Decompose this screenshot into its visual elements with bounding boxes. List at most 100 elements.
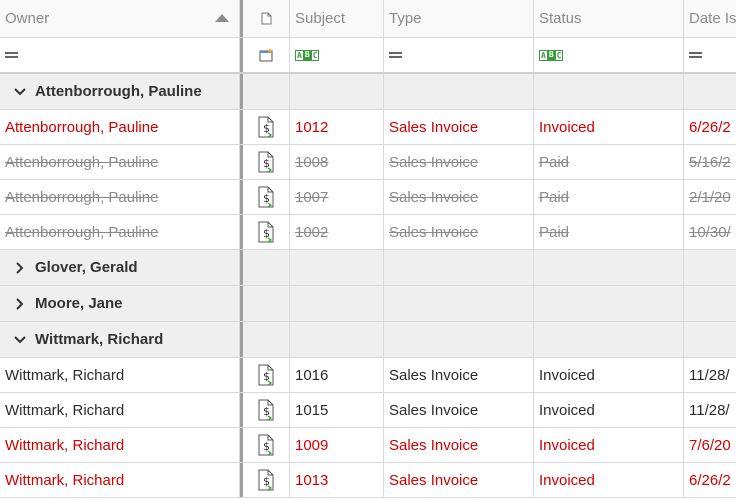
date-cell[interactable]: 7/6/20 [684, 428, 736, 462]
table-row[interactable]: Attenborrough, Pauline $1012 Sales Invoice… [0, 110, 736, 145]
owner-filter[interactable] [0, 38, 240, 72]
subject-cell[interactable]: 1007 [290, 180, 384, 214]
owner-cell[interactable]: Attenborrough, Pauline [0, 215, 240, 249]
status-value: Paid [539, 153, 570, 171]
table-row[interactable]: Attenborrough, Pauline $1008 Sales Invoice… [0, 145, 736, 180]
sort-ascending-icon[interactable] [215, 14, 229, 22]
document-dollar-icon[interactable]: $ [258, 399, 274, 421]
status-cell[interactable]: Paid [534, 180, 684, 214]
status-cell[interactable]: Invoiced [534, 110, 684, 144]
document-dollar-icon[interactable]: $ [258, 434, 274, 456]
subject-cell[interactable]: 1013 [290, 463, 384, 497]
icon-cell[interactable]: $ [243, 180, 290, 214]
table-row[interactable]: Attenborrough, Pauline $1007 Sales Invoice… [0, 180, 736, 215]
owner-column-header[interactable]: Owner [0, 0, 240, 37]
subject-cell[interactable]: 1012 [290, 110, 384, 144]
owner-cell[interactable]: Wittmark, Richard [0, 463, 240, 497]
status-cell[interactable]: Invoiced [534, 358, 684, 392]
icon-cell[interactable]: $ [243, 428, 290, 462]
icon-cell[interactable]: $ [243, 463, 290, 497]
type-cell[interactable]: Sales Invoice [384, 110, 534, 144]
owner-value: Wittmark, Richard [5, 401, 125, 419]
equals-filter-icon[interactable] [689, 52, 702, 58]
status-cell[interactable]: Invoiced [534, 428, 684, 462]
date-cell[interactable]: 10/30/ [684, 215, 736, 249]
group-row[interactable]: Wittmark, Richard [0, 322, 736, 358]
chevron-down-icon[interactable] [13, 87, 27, 97]
status-column-header[interactable]: Status [534, 0, 684, 37]
icon-cell[interactable]: $ [243, 215, 290, 249]
date-cell[interactable]: 6/26/2 [684, 110, 736, 144]
text-filter-icon[interactable]: ABC [295, 49, 320, 61]
status-value: Invoiced [539, 118, 595, 136]
type-cell[interactable]: Sales Invoice [384, 180, 534, 214]
type-cell[interactable]: Sales Invoice [384, 358, 534, 392]
icon-cell[interactable]: $ [243, 145, 290, 179]
status-cell[interactable]: Invoiced [534, 463, 684, 497]
equals-filter-icon[interactable] [389, 52, 402, 58]
document-dollar-icon[interactable]: $ [258, 186, 274, 208]
owner-cell[interactable]: Attenborrough, Pauline [0, 180, 240, 214]
date-cell[interactable]: 6/26/2 [684, 463, 736, 497]
document-dollar-icon[interactable]: $ [258, 469, 274, 491]
icon-cell[interactable]: $ [243, 393, 290, 427]
equals-filter-icon[interactable] [5, 52, 18, 58]
table-row[interactable]: Wittmark, Richard $1015 Sales Invoice Invoi… [0, 393, 736, 428]
owner-cell[interactable]: Wittmark, Richard [0, 393, 240, 427]
subject-column-header[interactable]: Subject [290, 0, 384, 37]
date-column-header[interactable]: Date Is [684, 0, 736, 37]
subject-filter[interactable]: ABC [290, 38, 384, 72]
owner-cell[interactable]: Attenborrough, Pauline [0, 145, 240, 179]
owner-cell[interactable]: Wittmark, Richard [0, 428, 240, 462]
type-filter[interactable] [384, 38, 534, 72]
status-value: Invoiced [539, 436, 595, 454]
date-cell[interactable]: 11/28/ [684, 393, 736, 427]
chevron-right-icon[interactable] [15, 297, 25, 311]
group-row[interactable]: Moore, Jane [0, 286, 736, 322]
type-cell[interactable]: Sales Invoice [384, 463, 534, 497]
owner-cell[interactable]: Attenborrough, Pauline [0, 110, 240, 144]
document-dollar-icon[interactable]: $ [258, 116, 274, 138]
subject-cell[interactable]: 1008 [290, 145, 384, 179]
table-row[interactable]: Wittmark, Richard $1009 Sales Invoice Invoi… [0, 428, 736, 463]
subject-cell[interactable]: 1015 [290, 393, 384, 427]
owner-cell[interactable]: Wittmark, Richard [0, 358, 240, 392]
type-column-header[interactable]: Type [384, 0, 534, 37]
subject-cell[interactable]: 1016 [290, 358, 384, 392]
icon-filter[interactable] [243, 38, 290, 72]
type-cell[interactable]: Sales Invoice [384, 428, 534, 462]
date-cell[interactable]: 2/1/20 [684, 180, 736, 214]
document-dollar-icon[interactable]: $ [258, 151, 274, 173]
group-header-cell[interactable]: Attenborrough, Pauline [0, 74, 240, 109]
group-row[interactable]: Attenborrough, Pauline [0, 74, 736, 110]
group-header-cell[interactable]: Wittmark, Richard [0, 322, 240, 357]
status-value: Invoiced [539, 366, 595, 384]
document-dollar-icon[interactable]: $ [258, 364, 274, 386]
date-cell[interactable]: 5/16/2 [684, 145, 736, 179]
status-cell[interactable]: Paid [534, 145, 684, 179]
date-cell[interactable]: 11/28/ [684, 358, 736, 392]
new-item-filter-icon[interactable] [259, 48, 274, 62]
group-row[interactable]: Glover, Gerald [0, 250, 736, 286]
table-row[interactable]: Wittmark, Richard $1013 Sales Invoice Invoi… [0, 463, 736, 498]
icon-cell[interactable]: $ [243, 358, 290, 392]
date-filter[interactable] [684, 38, 736, 72]
type-cell[interactable]: Sales Invoice [384, 215, 534, 249]
subject-cell[interactable]: 1002 [290, 215, 384, 249]
icon-column-header[interactable] [243, 0, 290, 37]
group-header-cell[interactable]: Glover, Gerald [0, 250, 240, 285]
table-row[interactable]: Wittmark, Richard $1016 Sales Invoice Invoi… [0, 358, 736, 393]
group-header-cell[interactable]: Moore, Jane [0, 286, 240, 321]
type-cell[interactable]: Sales Invoice [384, 145, 534, 179]
chevron-down-icon[interactable] [13, 335, 27, 345]
status-cell[interactable]: Invoiced [534, 393, 684, 427]
chevron-right-icon[interactable] [15, 261, 25, 275]
document-dollar-icon[interactable]: $ [258, 221, 274, 243]
table-row[interactable]: Attenborrough, Pauline $1002 Sales Invoice… [0, 215, 736, 250]
subject-cell[interactable]: 1009 [290, 428, 384, 462]
text-filter-icon[interactable]: ABC [539, 49, 564, 61]
status-cell[interactable]: Paid [534, 215, 684, 249]
status-filter[interactable]: ABC [534, 38, 684, 72]
type-cell[interactable]: Sales Invoice [384, 393, 534, 427]
icon-cell[interactable]: $ [243, 110, 290, 144]
